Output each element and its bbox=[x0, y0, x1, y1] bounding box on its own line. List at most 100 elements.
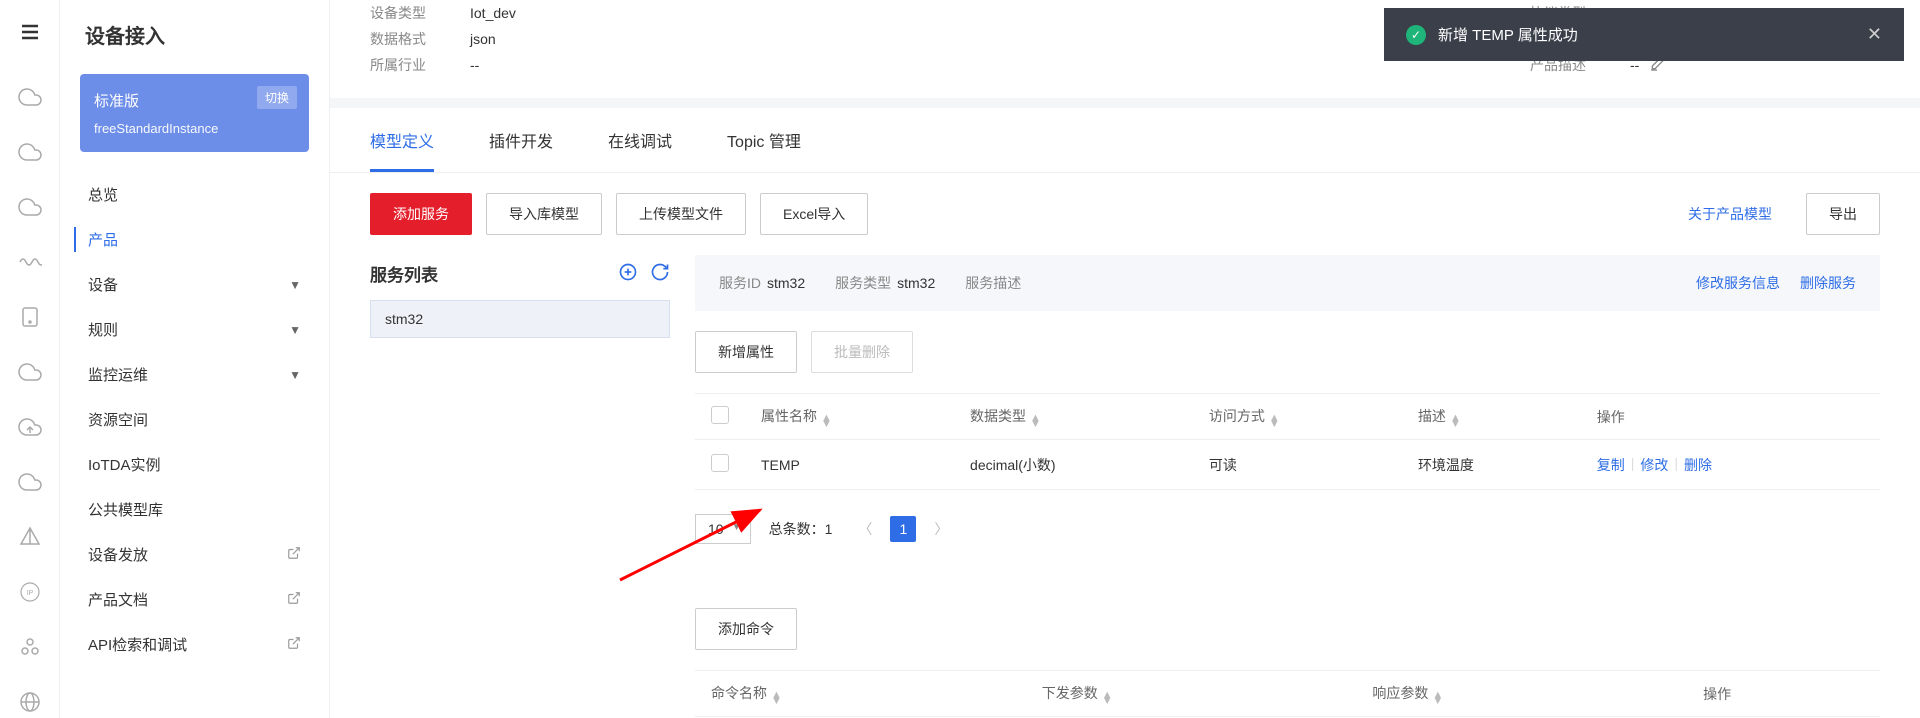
attribute-table: 属性名称▲▼ 数据类型▲▼ 访问方式▲▼ 描述▲▼ 操作 TEMPdecimal… bbox=[695, 393, 1880, 490]
sort-icon: ▲▼ bbox=[771, 692, 782, 704]
cloud-upload-icon[interactable] bbox=[18, 415, 42, 442]
tab-0[interactable]: 模型定义 bbox=[370, 108, 434, 172]
export-button[interactable]: 导出 bbox=[1806, 193, 1880, 235]
sort-icon: ▲▼ bbox=[1450, 415, 1461, 427]
col-data-type[interactable]: 数据类型▲▼ bbox=[954, 394, 1193, 440]
col-send-params[interactable]: 下发参数▲▼ bbox=[1026, 671, 1357, 717]
instance-name: freeStandardInstance bbox=[94, 121, 295, 136]
col-attr-name[interactable]: 属性名称▲▼ bbox=[745, 394, 954, 440]
globe-icon[interactable] bbox=[18, 690, 42, 717]
data-format-value: json bbox=[470, 31, 496, 47]
tab-3[interactable]: Topic 管理 bbox=[727, 108, 801, 172]
menu-toggle-icon[interactable] bbox=[18, 20, 42, 47]
about-model-link[interactable]: 关于产品模型 bbox=[1688, 204, 1772, 224]
add-attribute-button[interactable]: 新增属性 bbox=[695, 331, 797, 373]
detail-panel: 服务IDstm32 服务类型stm32 服务描述 修改服务信息 删除服务 新增属… bbox=[695, 255, 1880, 717]
sidebar-item-label: 设备 bbox=[88, 274, 118, 295]
cluster-icon[interactable] bbox=[18, 635, 42, 662]
edit-service-link[interactable]: 修改服务信息 bbox=[1696, 273, 1780, 293]
col-cmd-ops: 操作 bbox=[1687, 671, 1880, 717]
sidebar-item-7[interactable]: 公共模型库 bbox=[80, 487, 309, 532]
action-bar: 添加服务 导入库模型 上传模型文件 Excel导入 关于产品模型 导出 bbox=[330, 173, 1920, 255]
col-access[interactable]: 访问方式▲▼ bbox=[1193, 394, 1402, 440]
select-all-checkbox[interactable] bbox=[711, 406, 729, 424]
external-link-icon bbox=[287, 636, 301, 654]
service-id-value: stm32 bbox=[767, 275, 805, 291]
chevron-down-icon: ▼ bbox=[289, 323, 301, 337]
wave-icon[interactable] bbox=[18, 250, 42, 277]
upload-model-button[interactable]: 上传模型文件 bbox=[616, 193, 746, 235]
ip-icon[interactable]: IP bbox=[18, 580, 42, 607]
batch-delete-button[interactable]: 批量删除 bbox=[811, 331, 913, 373]
sidebar-item-9[interactable]: 产品文档 bbox=[80, 577, 309, 622]
sidebar-item-3[interactable]: 规则▼ bbox=[80, 307, 309, 352]
pagination: 10 总条数：1 〈 1 〉 bbox=[695, 490, 1880, 568]
sidebar-item-label: 监控运维 bbox=[88, 364, 148, 385]
sidebar-item-label: 产品 bbox=[88, 229, 118, 250]
sidebar-item-label: 总览 bbox=[88, 184, 118, 205]
model-area: 服务列表 stm32 服务IDstm32 服务类型stm32 服务描述 bbox=[330, 255, 1920, 718]
service-id-label: 服务ID bbox=[719, 275, 761, 291]
service-list-title: 服务列表 bbox=[370, 261, 438, 286]
nav-list: 总览产品设备▼规则▼监控运维▼资源空间IoTDA实例公共模型库设备发放产品文档A… bbox=[80, 172, 309, 667]
import-lib-button[interactable]: 导入库模型 bbox=[486, 193, 602, 235]
sidebar-item-8[interactable]: 设备发放 bbox=[80, 532, 309, 577]
switch-instance-button[interactable]: 切换 bbox=[257, 86, 297, 109]
service-type-value: stm32 bbox=[897, 275, 935, 291]
cloud-icon-2[interactable] bbox=[18, 140, 42, 167]
device-type-label: 设备类型 bbox=[370, 3, 470, 23]
add-service-button[interactable]: 添加服务 bbox=[370, 193, 472, 235]
page-size-select[interactable]: 10 bbox=[695, 514, 751, 544]
next-page-button[interactable]: 〉 bbox=[926, 515, 956, 543]
table-row: TEMPdecimal(小数)可读环境温度复制|修改|删除 bbox=[695, 440, 1880, 490]
service-item-0[interactable]: stm32 bbox=[370, 300, 670, 338]
sidebar-item-6[interactable]: IoTDA实例 bbox=[80, 442, 309, 487]
cloud-icon-1[interactable] bbox=[18, 85, 42, 112]
toast-message: 新增 TEMP 属性成功 bbox=[1438, 24, 1578, 45]
cloud-icon-5[interactable] bbox=[18, 470, 42, 497]
copy-link[interactable]: 复制 bbox=[1597, 455, 1625, 475]
instance-card: 标准版 freeStandardInstance 切换 bbox=[80, 74, 309, 152]
cloud-icon-4[interactable] bbox=[18, 360, 42, 387]
chevron-down-icon: ▼ bbox=[289, 278, 301, 292]
refresh-icon[interactable] bbox=[650, 262, 670, 285]
sidebar-item-4[interactable]: 监控运维 ▼ bbox=[80, 352, 309, 397]
tab-1[interactable]: 插件开发 bbox=[489, 108, 553, 172]
chevron-down-icon: ▼ bbox=[289, 368, 301, 382]
sidebar-item-label: 公共模型库 bbox=[88, 499, 163, 520]
sort-icon: ▲▼ bbox=[821, 415, 832, 427]
excel-import-button[interactable]: Excel导入 bbox=[760, 193, 868, 235]
check-icon: ✓ bbox=[1406, 25, 1426, 45]
sort-icon: ▲▼ bbox=[1030, 415, 1041, 427]
device-icon[interactable] bbox=[18, 305, 42, 332]
add-service-icon[interactable] bbox=[618, 262, 638, 285]
delete-service-link[interactable]: 删除服务 bbox=[1800, 273, 1856, 293]
attr-desc-cell: 环境温度 bbox=[1402, 440, 1581, 490]
prev-page-button[interactable]: 〈 bbox=[850, 515, 880, 543]
device-type-value: Iot_dev bbox=[470, 5, 516, 21]
toast-close-button[interactable]: ✕ bbox=[1867, 24, 1882, 45]
svg-text:IP: IP bbox=[26, 590, 33, 597]
service-panel: 服务列表 stm32 bbox=[370, 255, 670, 717]
sidebar-title: 设备接入 bbox=[80, 20, 309, 49]
triangle-icon[interactable] bbox=[18, 525, 42, 552]
sidebar-item-10[interactable]: API检索和调试 bbox=[80, 622, 309, 667]
col-cmd-name[interactable]: 命令名称▲▼ bbox=[695, 671, 1026, 717]
col-ops: 操作 bbox=[1581, 394, 1880, 440]
sidebar-item-0[interactable]: 总览 bbox=[80, 172, 309, 217]
sidebar-item-1[interactable]: 产品 bbox=[80, 217, 309, 262]
sidebar-item-2[interactable]: 设备 ▼ bbox=[80, 262, 309, 307]
edit-link[interactable]: 修改 bbox=[1640, 455, 1668, 475]
row-checkbox[interactable] bbox=[711, 454, 729, 472]
col-desc[interactable]: 描述▲▼ bbox=[1402, 394, 1581, 440]
cloud-icon-3[interactable] bbox=[18, 195, 42, 222]
content-area: 设备类型Iot_dev 协议类型MQTT 数据格式json 创 所属行业-- 产… bbox=[330, 0, 1920, 718]
delete-link[interactable]: 删除 bbox=[1684, 455, 1712, 475]
sidebar-item-5[interactable]: 资源空间 bbox=[80, 397, 309, 442]
service-desc-label: 服务描述 bbox=[965, 275, 1021, 291]
add-command-button[interactable]: 添加命令 bbox=[695, 608, 797, 650]
tab-2[interactable]: 在线调试 bbox=[608, 108, 672, 172]
col-resp-params[interactable]: 响应参数▲▼ bbox=[1356, 671, 1687, 717]
attr-dtype-cell: decimal(小数) bbox=[954, 440, 1193, 490]
page-number[interactable]: 1 bbox=[890, 516, 916, 542]
